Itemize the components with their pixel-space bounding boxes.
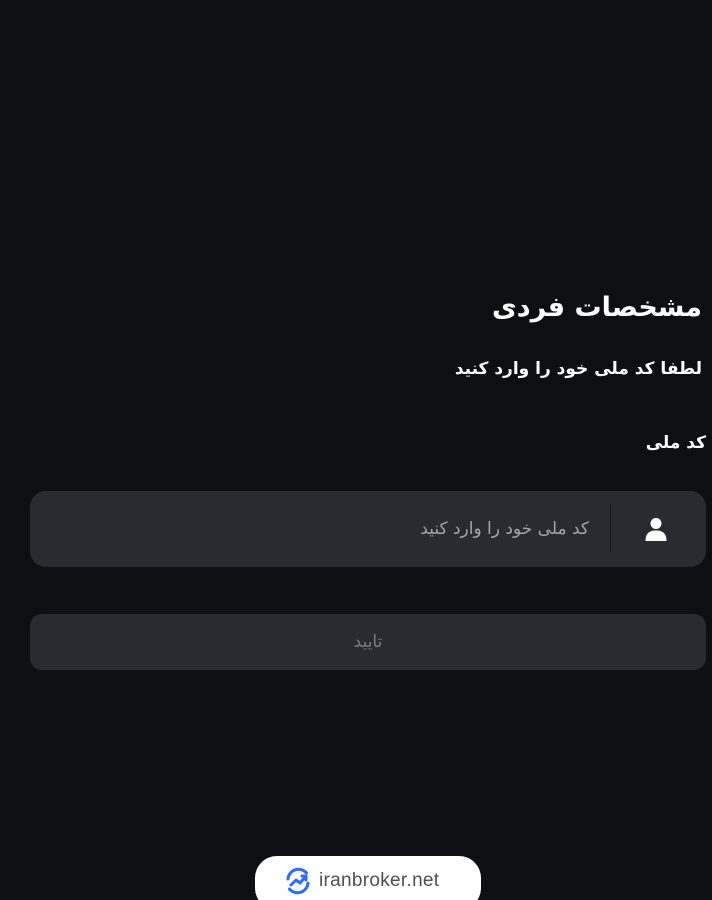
user-icon [642,515,670,543]
input-divider [610,504,611,552]
page: مشخصات فردی لطفا کد ملی خود را وارد کنید… [0,0,712,900]
national-id-input-container[interactable] [30,491,706,567]
brand-text: iranbroker.net [319,870,440,891]
national-id-label: کد ملی [645,433,706,453]
trend-logo-icon [283,866,313,896]
brand-badge[interactable]: iranbroker.net [255,856,481,900]
page-title: مشخصات فردی [491,292,702,323]
page-subtitle: لطفا کد ملی خود را وارد کنید [454,359,702,379]
national-id-input[interactable] [69,509,589,549]
submit-button[interactable]: تایید [30,614,706,670]
